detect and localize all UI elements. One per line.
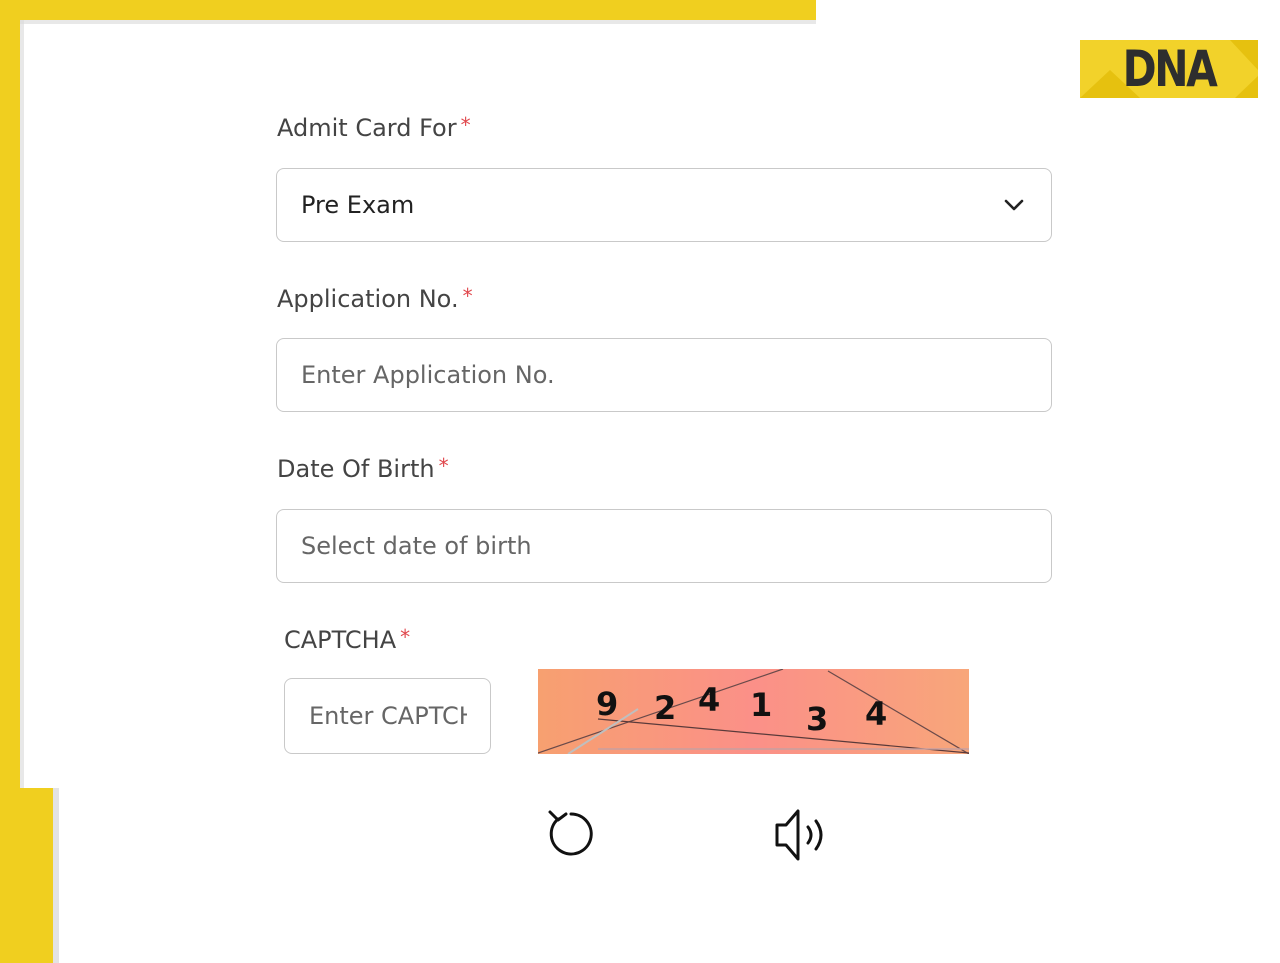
captcha-char: 3: [806, 700, 828, 738]
captcha-label: CAPTCHA *: [284, 625, 411, 654]
dna-logo: DNA: [1080, 40, 1258, 98]
captcha-char: 9: [596, 685, 618, 723]
captcha-label-text: CAPTCHA: [284, 626, 397, 654]
dob-input[interactable]: Select date of birth: [276, 509, 1052, 583]
dob-label-text: Date Of Birth: [277, 455, 435, 483]
captcha-image: 9 2 4 1 3 4: [538, 669, 969, 754]
required-marker: *: [438, 454, 449, 478]
captcha-placeholder: Enter CAPTCHA: [309, 702, 467, 730]
dob-placeholder: Select date of birth: [301, 532, 532, 560]
admit-card-select[interactable]: Pre Exam: [276, 168, 1052, 242]
frame-shadow: [20, 20, 24, 788]
admit-card-label-text: Admit Card For: [277, 114, 457, 142]
frame-shadow: [53, 788, 59, 963]
refresh-icon[interactable]: [541, 803, 601, 863]
captcha-char: 2: [654, 689, 676, 727]
logo-text: DNA: [1122, 40, 1218, 98]
required-marker: *: [400, 625, 411, 649]
speaker-icon[interactable]: [772, 805, 832, 865]
chevron-down-icon[interactable]: [1003, 195, 1025, 215]
admit-card-selected-value: Pre Exam: [301, 191, 415, 219]
captcha-char: 4: [698, 681, 720, 719]
dob-label: Date Of Birth *: [277, 454, 449, 483]
frame-top-bar: [0, 0, 816, 20]
required-marker: *: [462, 284, 473, 308]
frame-shadow: [20, 20, 816, 24]
frame-left-bar: [0, 0, 20, 788]
captcha-char: 4: [865, 695, 887, 733]
admit-card-label: Admit Card For *: [277, 113, 471, 142]
required-marker: *: [460, 113, 471, 137]
captcha-input[interactable]: Enter CAPTCHA: [284, 678, 491, 754]
application-no-placeholder: Enter Application No.: [301, 361, 555, 389]
frame-corner-block: [0, 788, 53, 963]
application-no-label-text: Application No.: [277, 285, 459, 313]
application-no-label: Application No. *: [277, 284, 473, 313]
captcha-char: 1: [750, 686, 772, 724]
application-no-input[interactable]: Enter Application No.: [276, 338, 1052, 412]
